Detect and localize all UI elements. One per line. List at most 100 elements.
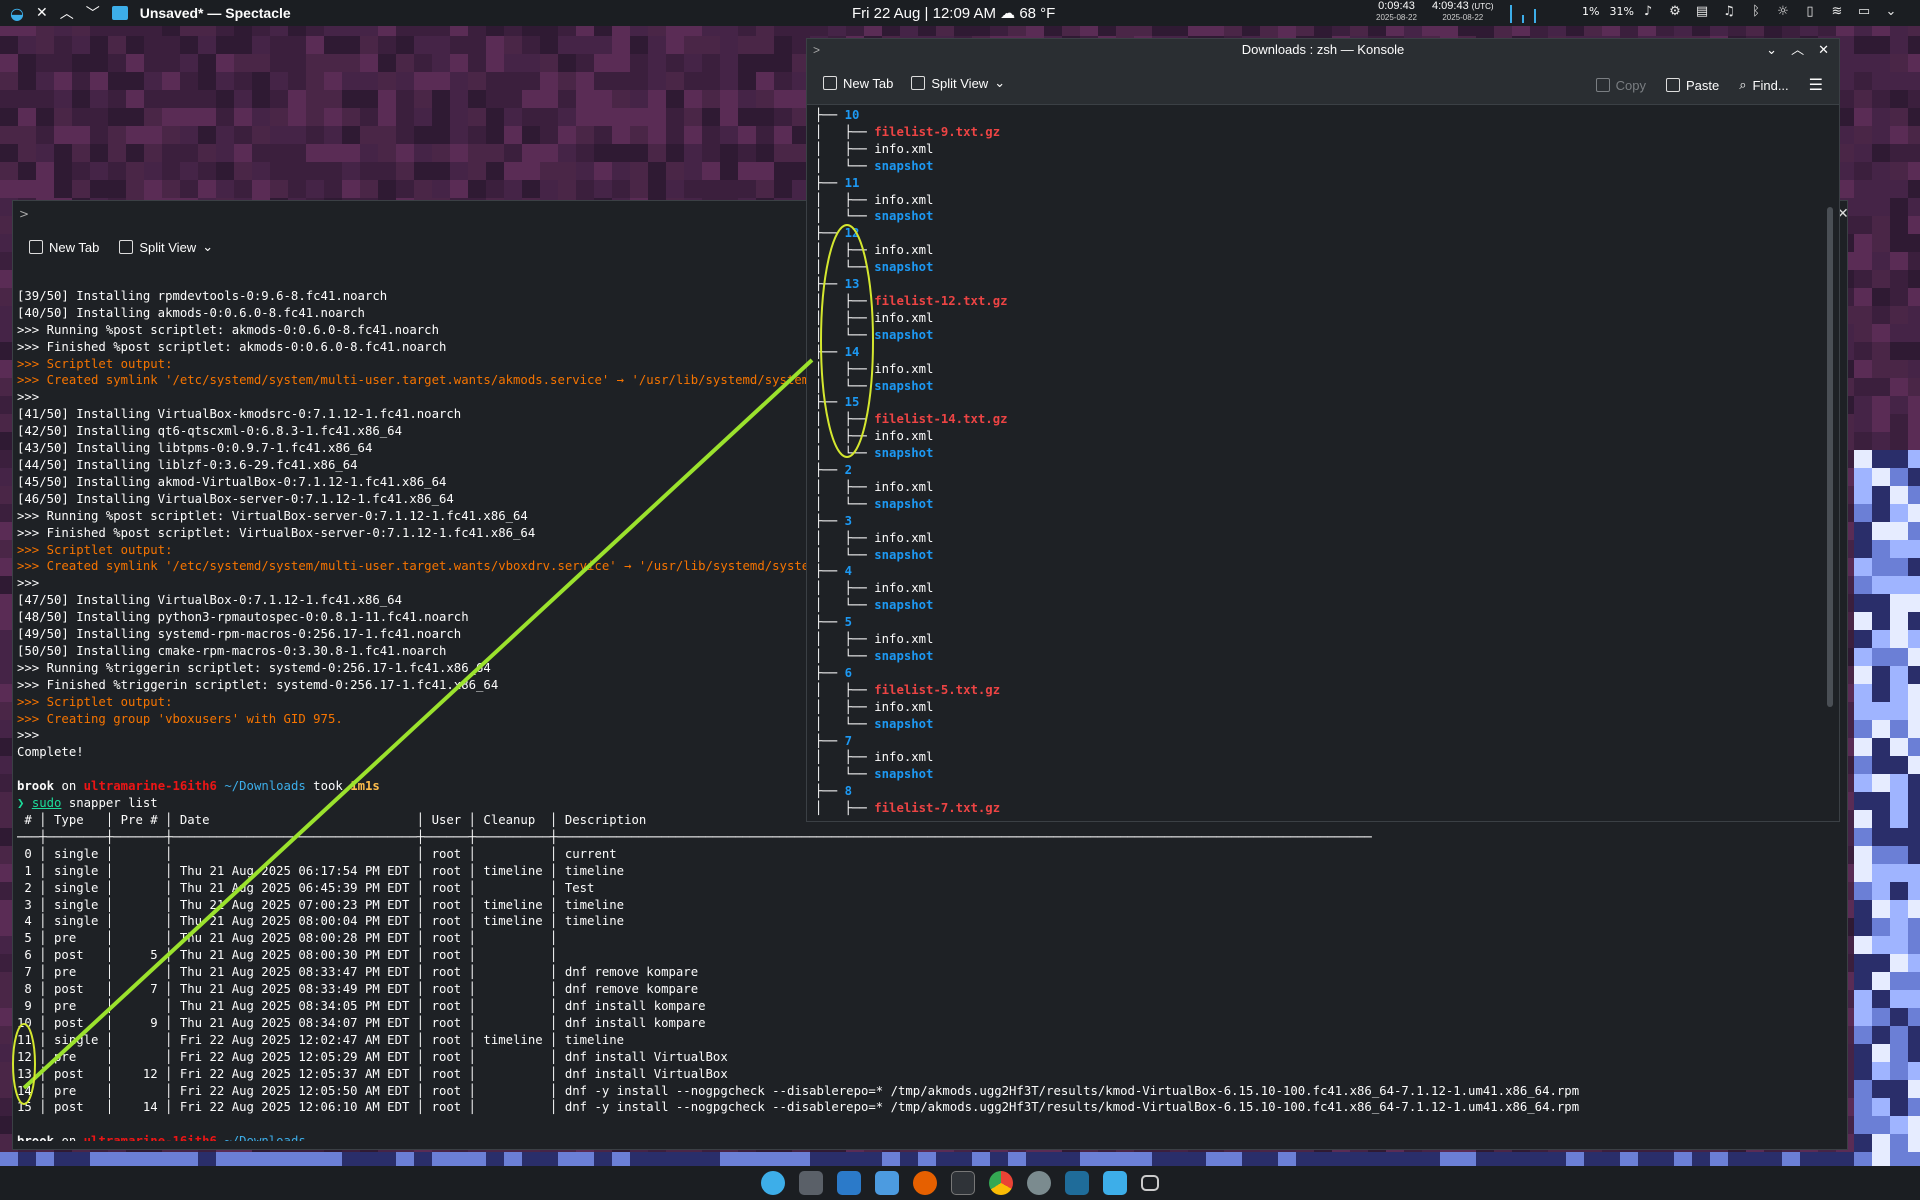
wallpaper-pixel [1908,36,1920,54]
wallpaper-pixel [396,36,414,54]
wallpaper-pixel [1854,468,1872,486]
wallpaper-pixel [540,90,558,108]
wallpaper-pixel [612,54,630,72]
wallpaper-pixel [0,54,18,72]
wallpaper-pixel [72,54,90,72]
wallpaper-pixel [774,72,792,90]
wallpaper-pixel [1854,252,1872,270]
wallpaper-pixel [702,180,720,198]
wallpaper-pixel [1872,666,1890,684]
wallpaper-pixel [558,36,576,54]
wallpaper-pixel [18,162,36,180]
wallpaper-pixel [1890,414,1908,432]
wallpaper-pixel [162,90,180,108]
wallpaper-pixel [234,126,252,144]
wallpaper-pixel [1890,810,1908,828]
wallpaper-pixel [414,36,432,54]
wallpaper-pixel [234,36,252,54]
wallpaper-pixel [630,180,648,198]
wallpaper-pixel [1890,234,1908,252]
wallpaper-pixel [756,180,774,198]
wallpaper-pixel [648,36,666,54]
wallpaper-pixel [684,180,702,198]
wallpaper-pixel [1872,504,1890,522]
wallpaper-pixel [594,90,612,108]
wallpaper-pixel [756,90,774,108]
wallpaper-pixel [0,72,18,90]
wallpaper-pixel [144,144,162,162]
wallpaper-pixel [306,162,324,180]
wallpaper-pixel [612,162,630,180]
wallpaper-pixel [1872,396,1890,414]
wallpaper-pixel [378,108,396,126]
wallpaper-pixel [630,72,648,90]
wallpaper-pixel [1890,90,1908,108]
wallpaper-pixel [558,126,576,144]
wallpaper-pixel [1908,558,1920,576]
wallpaper-pixel [252,144,270,162]
wallpaper-pixel [90,144,108,162]
wallpaper-pixel [1890,792,1908,810]
wallpaper-pixel [360,36,378,54]
wallpaper-pixel [18,72,36,90]
wallpaper-pixel [1890,756,1908,774]
wallpaper-pixel [324,36,342,54]
wallpaper-pixel [90,36,108,54]
wallpaper-pixel [1908,810,1920,828]
wallpaper-pixel [1872,306,1890,324]
wallpaper-pixel [1908,738,1920,756]
wallpaper-pixel [162,144,180,162]
wallpaper-pixel [1908,774,1920,792]
wallpaper-pixel [612,36,630,54]
wallpaper-pixel [162,72,180,90]
wallpaper-pixel [144,54,162,72]
wallpaper-pixel [1890,306,1908,324]
wallpaper-pixel [486,162,504,180]
wallpaper-pixel [486,126,504,144]
wallpaper-pixel [702,126,720,144]
wallpaper-pixel [612,144,630,162]
wallpaper-pixel [756,144,774,162]
wallpaper-pixel [270,90,288,108]
wallpaper-pixel [216,54,234,72]
wallpaper-pixel [1872,414,1890,432]
wallpaper-pixel [1908,54,1920,72]
wallpaper-pixel [270,144,288,162]
wallpaper-pixel [108,54,126,72]
wallpaper-pixel [306,54,324,72]
wallpaper-pixel [1872,288,1890,306]
wallpaper-pixel [630,126,648,144]
wallpaper-pixel [1872,54,1890,72]
wallpaper-pixel [36,144,54,162]
wallpaper-pixel [108,126,126,144]
wallpaper-pixel [540,126,558,144]
wallpaper-pixel [1890,72,1908,90]
wallpaper-pixel [684,90,702,108]
wallpaper-pixel [1854,684,1872,702]
wallpaper-pixel [144,72,162,90]
wallpaper-pixel [288,90,306,108]
wallpaper-pixel [1890,108,1908,126]
wallpaper-pixel [1854,450,1872,468]
wallpaper-pixel [1890,270,1908,288]
wallpaper-pixel [468,180,486,198]
wallpaper-pixel [1854,216,1872,234]
wallpaper-pixel [504,162,522,180]
wallpaper-pixel [270,108,288,126]
wallpaper-pixel [414,108,432,126]
wallpaper-pixel [630,90,648,108]
wallpaper-pixel [252,126,270,144]
wallpaper-pixel [234,180,252,198]
wallpaper-pixel [396,90,414,108]
wallpaper-pixel [1890,54,1908,72]
wallpaper-pixel [558,162,576,180]
wallpaper-pixel [738,36,756,54]
wallpaper-pixel [126,162,144,180]
wallpaper-pixel [108,108,126,126]
wallpaper-pixel [1908,342,1920,360]
wallpaper-pixel [702,162,720,180]
wallpaper-pixel [1908,108,1920,126]
wallpaper-pixel [756,54,774,72]
wallpaper-pixel [90,180,108,198]
wallpaper-pixel [1890,324,1908,342]
